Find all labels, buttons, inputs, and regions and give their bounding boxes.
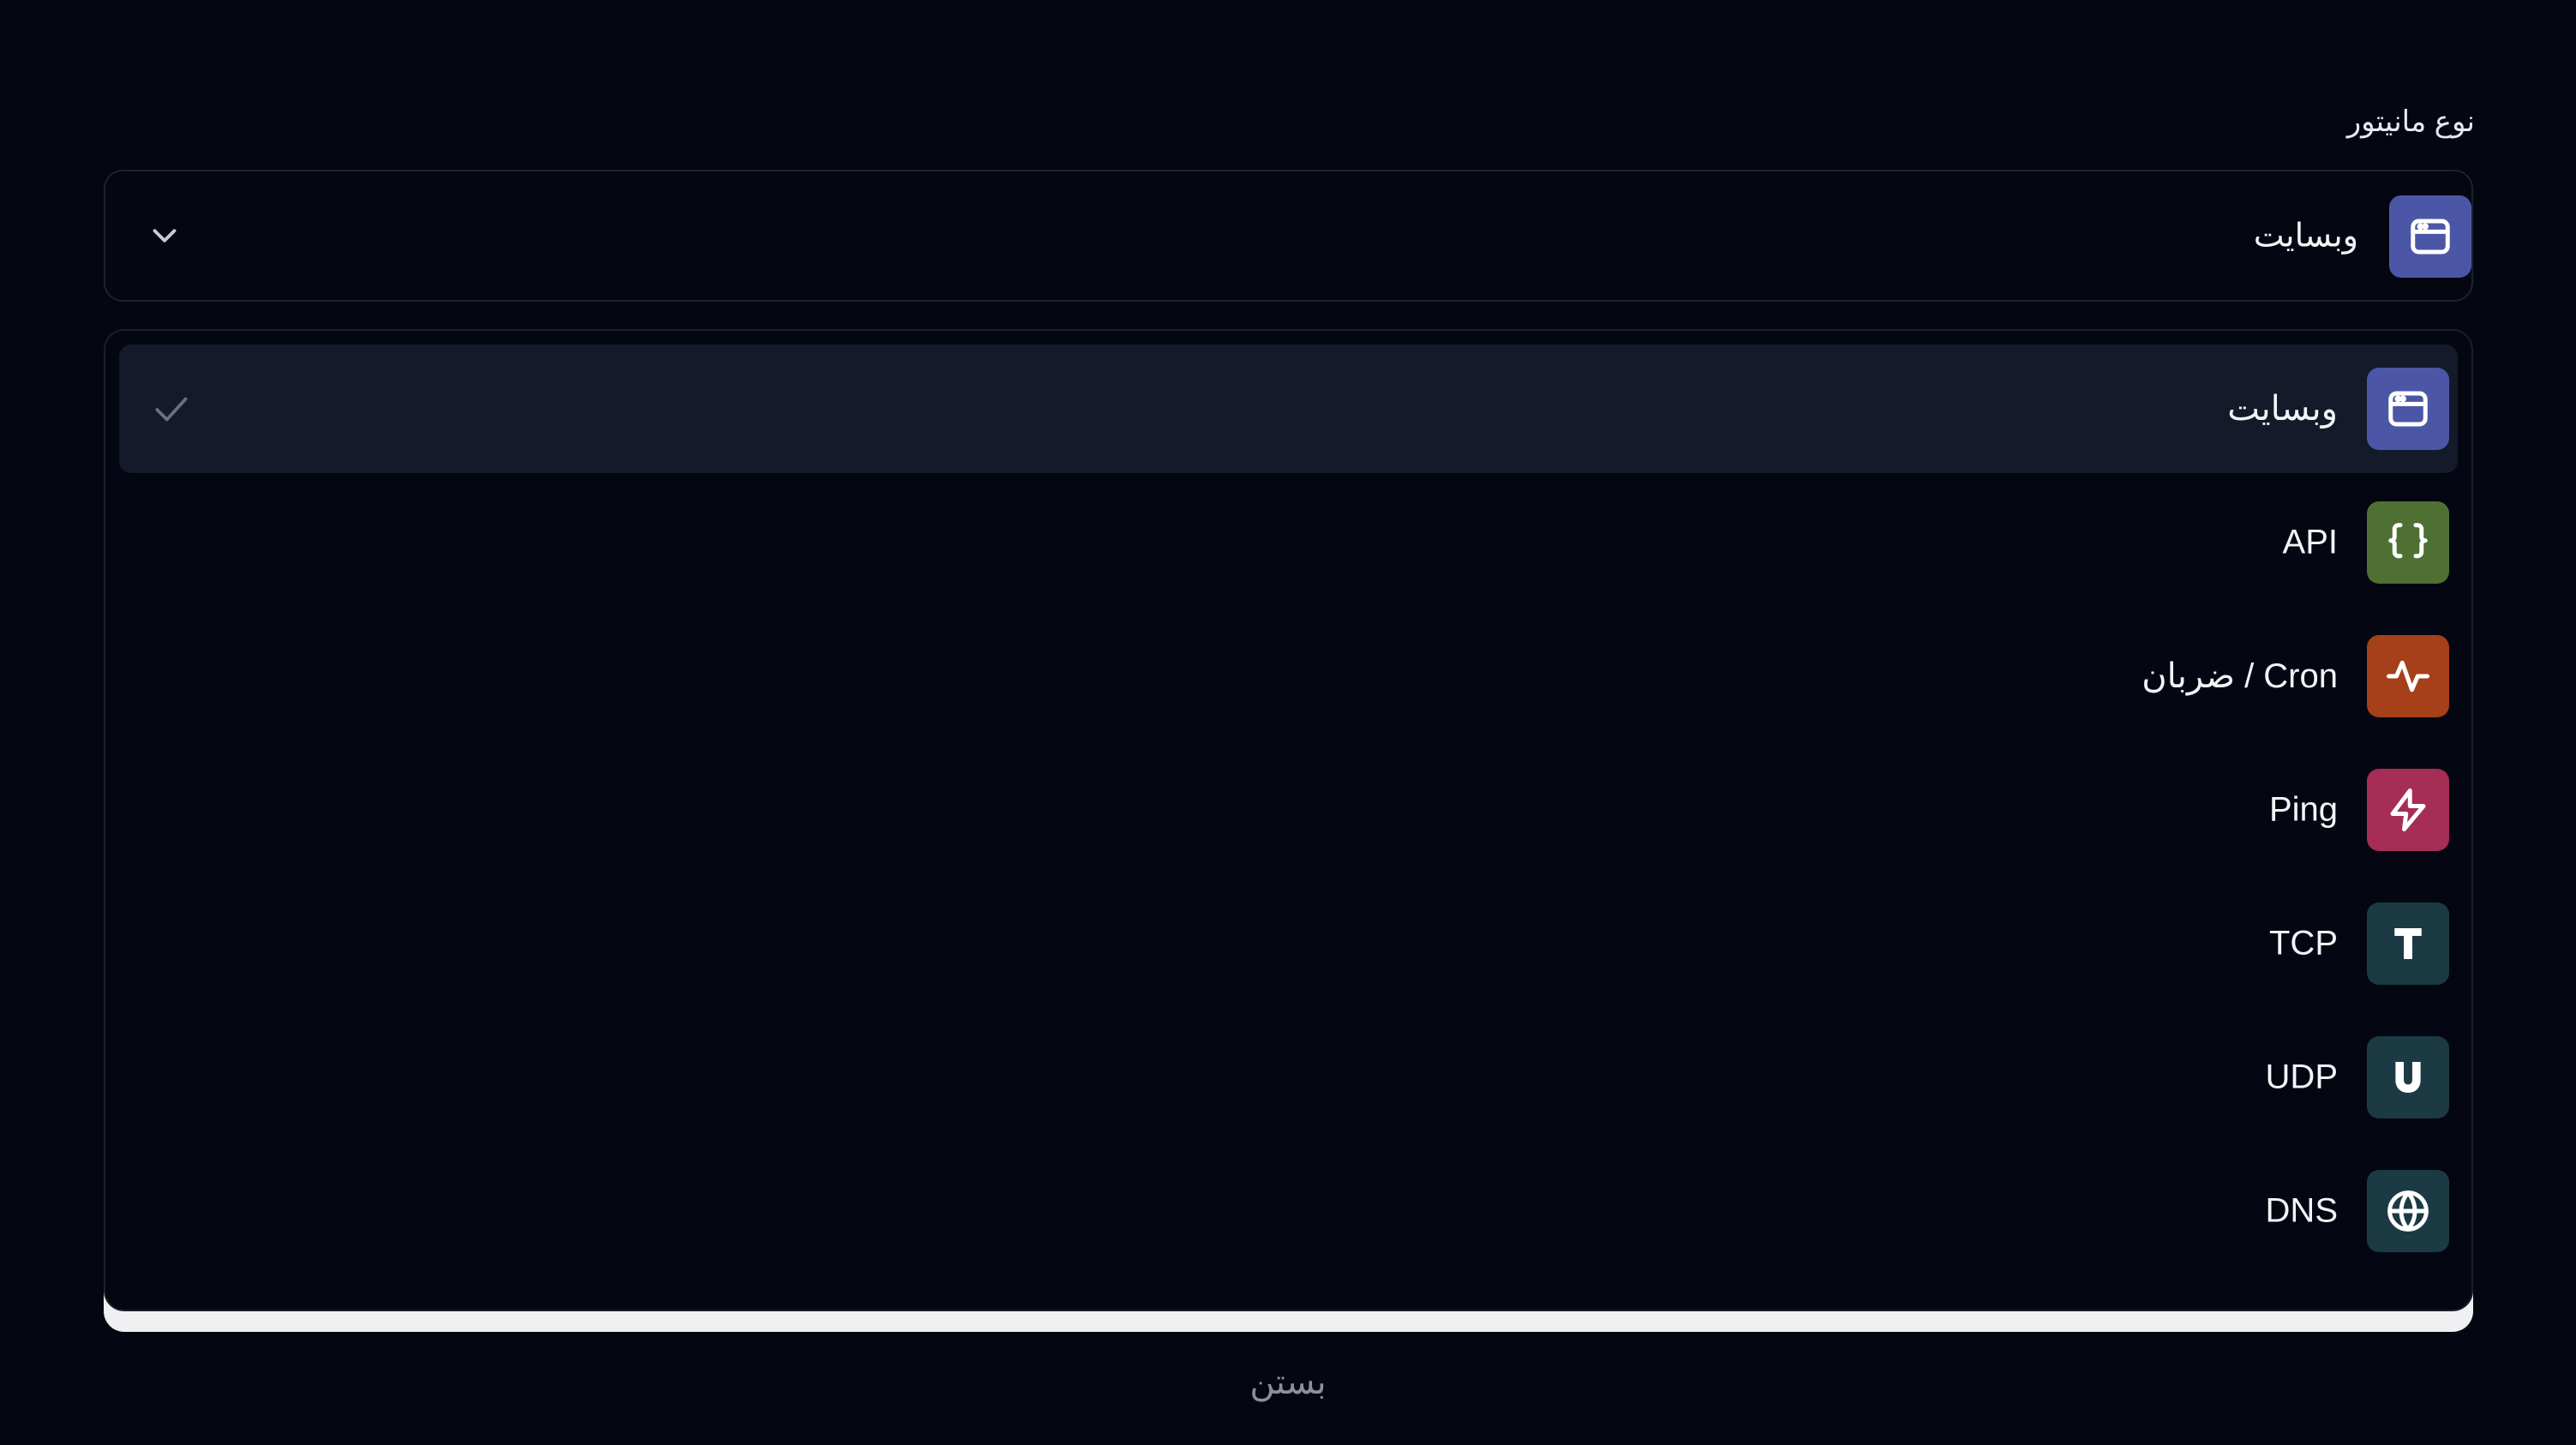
option-ping[interactable]: Ping xyxy=(119,746,2458,874)
browser-window-icon xyxy=(2389,195,2471,278)
letter-u-icon xyxy=(2367,1036,2449,1118)
monitor-type-picker: نوع مانیتور وبسایت وبسایت API ضربان / Cr… xyxy=(0,0,2576,1445)
option-label: وبسایت xyxy=(2227,390,2338,428)
option-website[interactable]: وبسایت xyxy=(119,345,2458,473)
letter-t-icon xyxy=(2367,902,2449,985)
heartbeat-icon xyxy=(2367,635,2449,717)
option-label: TCP xyxy=(2269,924,2338,962)
braces-icon xyxy=(2367,501,2449,584)
lightning-icon xyxy=(2367,769,2449,851)
close-button[interactable]: بستن xyxy=(0,1363,2576,1402)
check-icon xyxy=(155,397,188,422)
browser-window-icon xyxy=(2367,368,2449,450)
option-label: DNS xyxy=(2265,1191,2338,1230)
chevron-down-icon xyxy=(153,229,177,243)
monitor-type-dropdown: وبسایت API ضربان / Cron Ping TCP UDP DNS xyxy=(104,329,2473,1311)
option-api[interactable]: API xyxy=(119,478,2458,607)
option-dns[interactable]: DNS xyxy=(119,1147,2458,1275)
selected-value: وبسایت xyxy=(2253,218,2358,255)
monitor-type-select[interactable]: وبسایت xyxy=(104,170,2473,302)
option-label: UDP xyxy=(2265,1058,2338,1096)
field-label: نوع مانیتور xyxy=(2346,105,2475,138)
option-label: ضربان / Cron xyxy=(2142,657,2338,695)
option-label: Ping xyxy=(2268,790,2338,829)
option-udp[interactable]: UDP xyxy=(119,1013,2458,1142)
option-heartbeat-cron[interactable]: ضربان / Cron xyxy=(119,612,2458,740)
globe-icon xyxy=(2367,1170,2449,1252)
option-label: API xyxy=(2282,523,2338,561)
option-tcp[interactable]: TCP xyxy=(119,879,2458,1008)
